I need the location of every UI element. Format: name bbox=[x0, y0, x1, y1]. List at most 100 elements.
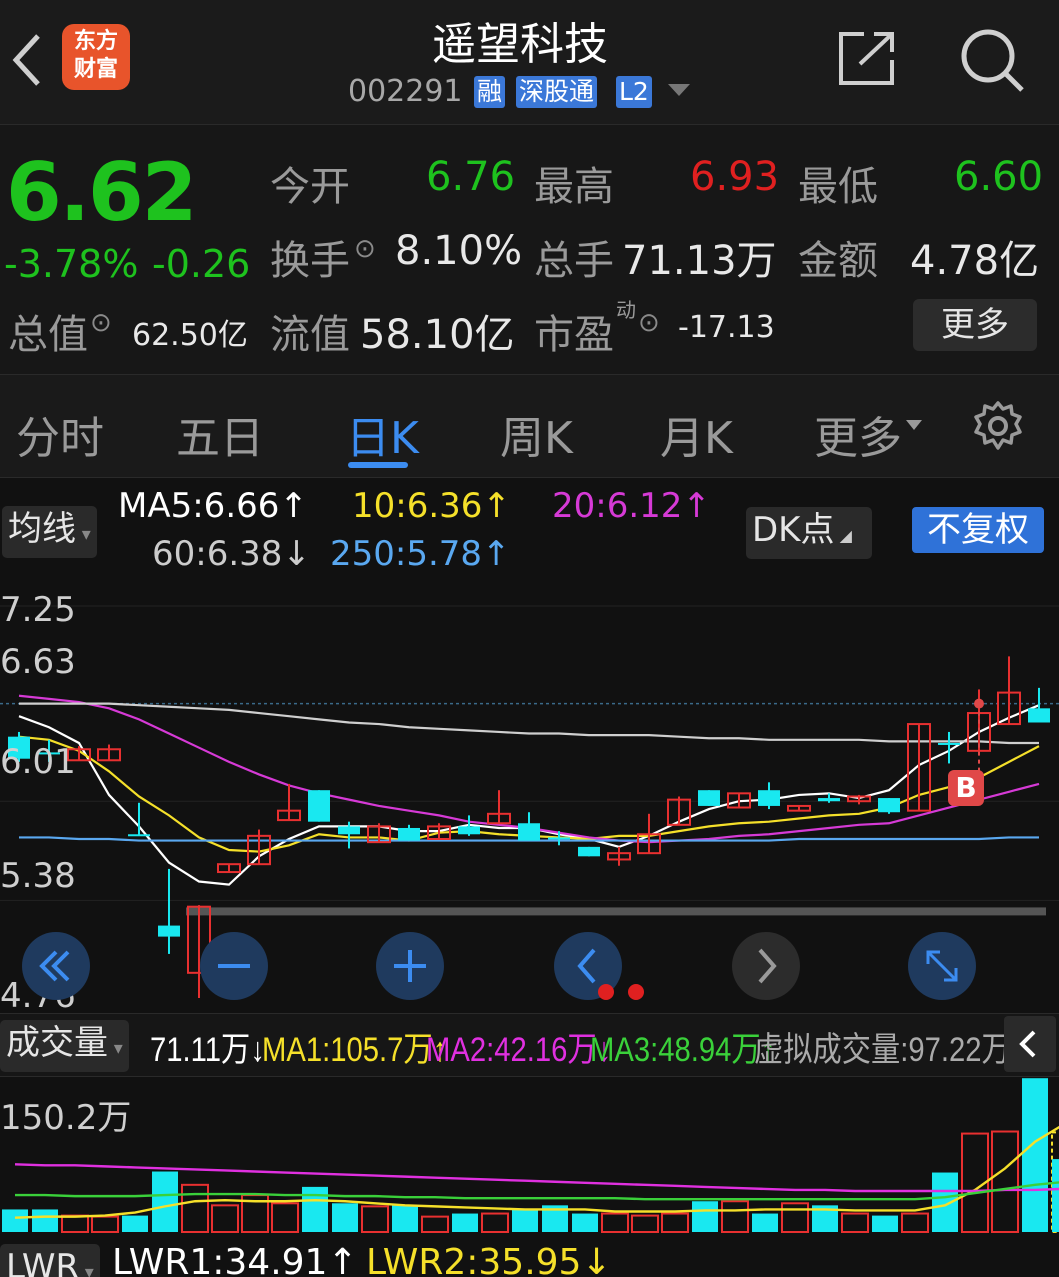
float-value: 58.10亿 bbox=[360, 312, 515, 358]
volume-bar bbox=[361, 1205, 389, 1233]
fullscreen-icon[interactable] bbox=[908, 932, 976, 1000]
gear-icon[interactable] bbox=[972, 400, 1024, 452]
ma5-label: MA5:6.66↑ bbox=[118, 486, 308, 526]
tab-daily-k[interactable]: 日K bbox=[346, 402, 419, 466]
volume-ma1: MA1:105.7万↑ bbox=[262, 1031, 448, 1069]
last-price: 6.62 bbox=[6, 146, 197, 239]
active-tab-indicator bbox=[348, 462, 408, 468]
volume-bar bbox=[211, 1204, 239, 1233]
candle-body bbox=[518, 823, 540, 841]
share-icon[interactable] bbox=[838, 30, 896, 86]
buy-marker[interactable]: B bbox=[948, 770, 984, 806]
high-value: 6.93 bbox=[690, 154, 780, 200]
volume-ma3: MA3:48.94万↑ bbox=[590, 1031, 776, 1069]
candle-body bbox=[1028, 708, 1050, 723]
candle-body bbox=[308, 790, 330, 822]
volume-bar bbox=[841, 1212, 869, 1233]
volume-ma2: MA2:42.16万↓ bbox=[426, 1031, 612, 1069]
mktcap-label: 总值 bbox=[8, 312, 88, 358]
volume-bar bbox=[392, 1205, 418, 1232]
volume-bar bbox=[271, 1202, 299, 1233]
candlestick-chart[interactable] bbox=[0, 578, 1059, 1010]
volume-bar bbox=[1022, 1078, 1048, 1232]
volume-y-label: 150.2万 bbox=[0, 1098, 132, 1138]
volume-indicator-selector[interactable]: 成交量 ▾ bbox=[0, 1020, 129, 1072]
more-quote-button[interactable]: 更多 bbox=[913, 299, 1037, 351]
candle-body bbox=[878, 798, 900, 813]
volume-bar bbox=[452, 1213, 478, 1232]
mktcap-value: 62.50亿 bbox=[132, 318, 248, 353]
back-icon[interactable] bbox=[8, 30, 52, 90]
ma250-label: 250:5.78↑ bbox=[330, 534, 511, 574]
volume-bar bbox=[631, 1214, 659, 1233]
low-label: 最低 bbox=[798, 164, 878, 210]
turnover-label: 换手 bbox=[270, 238, 350, 284]
volume-selector-label: 成交量 bbox=[6, 1023, 108, 1063]
ma-line-MA5 bbox=[18, 704, 1040, 886]
low-value: 6.60 bbox=[954, 154, 1044, 200]
volume-bar bbox=[152, 1171, 178, 1232]
y-label-2: 6.63 bbox=[0, 642, 76, 682]
change-amount: -0.26 bbox=[152, 242, 251, 286]
no-adjust-button[interactable]: 不复权 bbox=[912, 507, 1044, 553]
volume-bar bbox=[421, 1215, 449, 1233]
lwr-selector-label: LWR bbox=[6, 1247, 80, 1277]
volume-bar bbox=[901, 1212, 929, 1233]
candle-body bbox=[128, 834, 150, 837]
volume-label: 总手 bbox=[534, 238, 614, 284]
stock-name: 遥望科技 bbox=[432, 19, 608, 70]
tab-more[interactable]: 更多 bbox=[814, 402, 902, 466]
rewind-icon[interactable] bbox=[22, 932, 90, 1000]
lwr-selector[interactable]: LWR ▾ bbox=[0, 1244, 100, 1277]
marker-dot bbox=[974, 698, 984, 709]
volume-bar bbox=[991, 1130, 1019, 1233]
tab-five-day[interactable]: 五日 bbox=[176, 402, 264, 466]
tab-intraday[interactable]: 分时 bbox=[16, 402, 104, 466]
volume-bar bbox=[481, 1212, 509, 1233]
volume-bar bbox=[752, 1213, 778, 1232]
candle-body bbox=[818, 798, 840, 802]
info-icon[interactable]: ⊙ bbox=[354, 234, 376, 264]
volume-bar bbox=[91, 1215, 119, 1233]
tab-monthly-k[interactable]: 月K bbox=[660, 402, 733, 466]
candle-body bbox=[758, 790, 780, 806]
app-logo[interactable]: 东方 财富 bbox=[62, 24, 130, 90]
ma60-label: 60:6.38↓ bbox=[152, 534, 311, 574]
info-icon[interactable]: ⊙ bbox=[638, 308, 660, 338]
volume-bar bbox=[872, 1215, 898, 1232]
chevron-left-icon[interactable] bbox=[1004, 1016, 1056, 1072]
volume-bar bbox=[512, 1209, 538, 1232]
open-label: 今开 bbox=[270, 164, 350, 210]
volume-bar bbox=[32, 1209, 58, 1232]
volume-bar bbox=[721, 1200, 749, 1233]
pe-label: 市盈 bbox=[534, 312, 614, 358]
volume-bar bbox=[661, 1212, 689, 1233]
dk-point-button[interactable]: DK点 ◢ bbox=[746, 507, 872, 559]
ma-line-60 bbox=[19, 702, 1039, 745]
support-band bbox=[186, 907, 1046, 916]
lwr2-value: LWR2:35.95↓ bbox=[366, 1242, 612, 1277]
page-dot bbox=[598, 984, 614, 1000]
candle-body bbox=[938, 742, 960, 745]
ma20-label: 20:6.12↑ bbox=[552, 486, 711, 526]
virtual-volume: 虚拟成交量:97.22万 bbox=[754, 1031, 1011, 1069]
info-icon[interactable]: ⊙ bbox=[90, 308, 112, 338]
level2-tag: L2 bbox=[616, 76, 652, 108]
search-icon[interactable] bbox=[960, 28, 1026, 94]
dropdown-caret-icon[interactable] bbox=[668, 84, 690, 96]
zoom-out-icon[interactable] bbox=[200, 932, 268, 1000]
volume-bar bbox=[692, 1201, 718, 1232]
volume-bar bbox=[572, 1213, 598, 1232]
amount-label: 金额 bbox=[798, 238, 878, 284]
candle-body bbox=[398, 827, 420, 841]
zoom-in-icon[interactable] bbox=[376, 932, 444, 1000]
indicator-selector[interactable]: 均线 ▾ bbox=[2, 506, 97, 558]
tab-weekly-k[interactable]: 周K bbox=[500, 402, 573, 466]
change-percent: -3.78% bbox=[4, 242, 139, 286]
connect-tag: 深股通 bbox=[516, 76, 598, 108]
amount-value: 4.78亿 bbox=[910, 238, 1040, 284]
volume-chart[interactable] bbox=[0, 1078, 1059, 1236]
volume-bar bbox=[781, 1202, 809, 1233]
volume-bar bbox=[601, 1212, 629, 1233]
next-icon[interactable] bbox=[732, 932, 800, 1000]
